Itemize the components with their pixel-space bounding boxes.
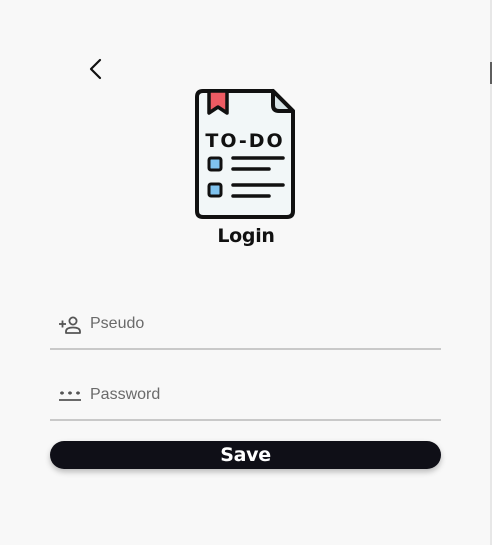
logo-text: TO-DO	[205, 130, 284, 152]
password-dots-icon	[59, 391, 81, 401]
todo-document-icon: TO-DO	[193, 87, 297, 221]
save-button[interactable]: Save	[50, 441, 441, 469]
password-input[interactable]	[88, 381, 432, 409]
page-title: Login	[217, 225, 275, 247]
pseudo-field[interactable]	[50, 300, 441, 350]
checkbox-icon	[207, 156, 223, 172]
back-button[interactable]	[82, 55, 110, 83]
checkbox-icon	[207, 182, 223, 198]
password-field[interactable]	[50, 371, 441, 421]
chevron-left-icon	[89, 58, 102, 80]
person-add-icon	[59, 316, 81, 334]
pseudo-input[interactable]	[88, 310, 432, 338]
